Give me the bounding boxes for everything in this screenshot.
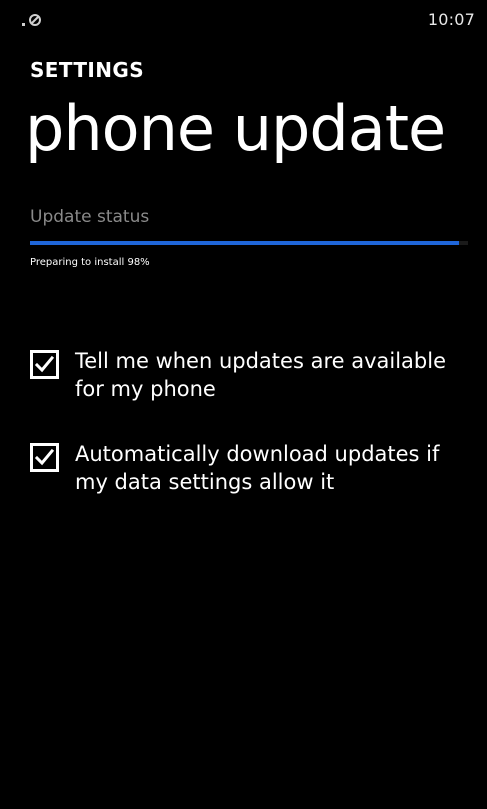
notify-updates-label: Tell me when updates are available for m… <box>75 349 446 401</box>
update-progress-text: Preparing to install 98% <box>30 257 150 268</box>
no-signal-icon <box>22 12 44 26</box>
auto-download-checkbox[interactable] <box>30 443 59 472</box>
update-progress-fill <box>30 241 460 245</box>
page-title: phone update <box>25 92 446 165</box>
clock: 10:07 <box>427 10 475 29</box>
update-status-label: Update status <box>30 207 150 227</box>
update-progress-bar <box>30 241 468 245</box>
auto-download-label: Automatically download updates if my dat… <box>75 442 440 494</box>
app-title: SETTINGS <box>30 58 145 82</box>
checkmark-icon <box>34 355 55 373</box>
phone-screen: 10:07 SETTINGS phone update Update statu… <box>0 0 487 809</box>
notify-updates-checkbox[interactable] <box>30 350 59 379</box>
checkmark-icon <box>34 448 55 466</box>
status-bar: 10:07 <box>0 0 487 34</box>
